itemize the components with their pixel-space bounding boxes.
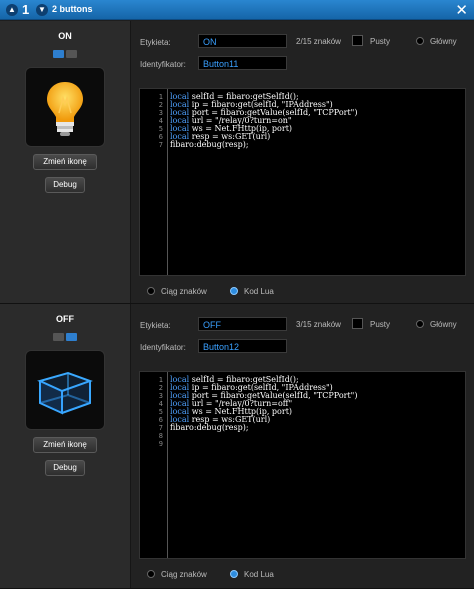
window-titlebar: ▲ 1 ▼ 2 buttons ✕ [0,0,474,20]
line-number: 2 [158,384,163,392]
line-number: 4 [158,400,163,408]
label-input[interactable]: ON [198,34,287,48]
string-mode-radio[interactable] [147,287,155,295]
line-number: 7 [158,424,163,432]
string-mode-label: Ciąg znaków [161,570,207,579]
lightbulb-icon [47,82,83,136]
char-count: 3/15 znaków [296,320,341,329]
line-number: 6 [158,133,163,141]
line-number: 8 [158,432,163,440]
state-label: ON [58,31,72,41]
state-label: OFF [56,314,74,324]
main-radio[interactable] [416,320,424,328]
icon-column: ON Zmień ikonę Debug [0,21,131,303]
label-field-label: Etykieta: [140,321,171,330]
empty-checkbox[interactable] [352,318,363,329]
button-panel-off: OFF Zmień ikonę Debug Etykieta: OFF 3/15… [0,304,474,589]
line-number: 6 [158,416,163,424]
lua-code-editor[interactable]: 1 2 3 4 5 6 7 local selfId = fibaro:getS… [139,88,466,276]
debug-button[interactable]: Debug [45,460,85,476]
empty-checkbox-label: Pusty [370,37,391,46]
debug-button[interactable]: Debug [45,177,85,193]
main-radio-label: Główny [430,37,457,46]
main-radio[interactable] [416,37,424,45]
arrow-down-icon[interactable]: ▼ [36,4,48,16]
line-number: 9 [158,440,163,448]
lua-mode-radio[interactable] [230,570,238,578]
line-number: 2 [158,101,163,109]
line-number: 1 [158,376,163,384]
change-icon-button[interactable]: Zmień ikonę [33,437,97,453]
label-input[interactable]: OFF [198,317,287,331]
lua-mode-label: Kod Lua [244,570,274,579]
lua-code-editor[interactable]: 1 2 3 4 5 6 7 8 9 local selfId = fibaro:… [139,371,466,559]
window-title: 2 buttons [52,4,93,14]
close-icon[interactable]: ✕ [455,1,468,19]
icon-preview [25,67,105,147]
line-number: 3 [158,392,163,400]
change-icon-button[interactable]: Zmień ikonę [33,154,97,170]
empty-checkbox[interactable] [352,35,363,46]
id-field-label: Identyfikator: [140,343,186,352]
cube-icon [37,371,93,415]
line-number: 1 [158,93,163,101]
string-mode-radio[interactable] [147,570,155,578]
line-number: 5 [158,125,163,133]
state-toggle[interactable] [53,50,77,58]
main-radio-label: Główny [430,320,457,329]
arrow-up-icon[interactable]: ▲ [6,4,18,16]
line-number-gutter: 1 2 3 4 5 6 7 8 9 [140,372,168,558]
lua-mode-radio[interactable] [230,287,238,295]
icon-preview [25,350,105,430]
window-number: 1 [22,2,30,17]
id-input[interactable]: Button11 [198,56,287,70]
empty-checkbox-label: Pusty [370,320,391,329]
lua-mode-label: Kod Lua [244,287,274,296]
line-number: 3 [158,109,163,117]
line-number: 7 [158,141,163,149]
label-field-label: Etykieta: [140,38,171,47]
button-panel-on: ON Zmień ikonę Debug Etykieta: ON 2/15 z… [0,21,474,304]
code-line: fibaro:debug(resp); [170,423,249,432]
id-input[interactable]: Button12 [198,339,287,353]
line-number: 5 [158,408,163,416]
char-count: 2/15 znaków [296,37,341,46]
id-field-label: Identyfikator: [140,60,186,69]
string-mode-label: Ciąg znaków [161,287,207,296]
state-toggle[interactable] [53,333,77,341]
icon-column: OFF Zmień ikonę Debug [0,304,131,588]
code-line: fibaro:debug(resp); [170,140,249,149]
line-number-gutter: 1 2 3 4 5 6 7 [140,89,168,275]
line-number: 4 [158,117,163,125]
